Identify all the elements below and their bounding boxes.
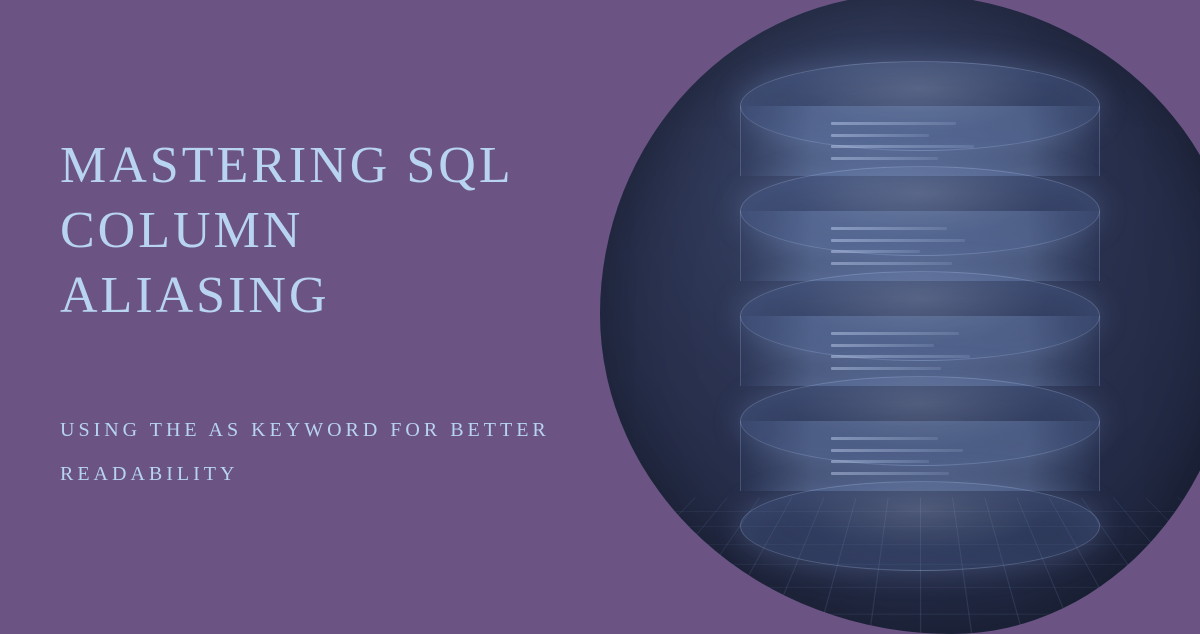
text-column: MASTERING SQL COLUMN ALIASING USING THE … — [0, 133, 600, 496]
hero-banner: MASTERING SQL COLUMN ALIASING USING THE … — [0, 0, 1200, 628]
database-cylinder-icon — [740, 61, 1100, 541]
page-title: MASTERING SQL COLUMN ALIASING — [60, 133, 580, 328]
page-subtitle: USING THE AS KEYWORD FOR BETTER READABIL… — [60, 408, 580, 496]
hero-illustration — [600, 0, 1200, 634]
